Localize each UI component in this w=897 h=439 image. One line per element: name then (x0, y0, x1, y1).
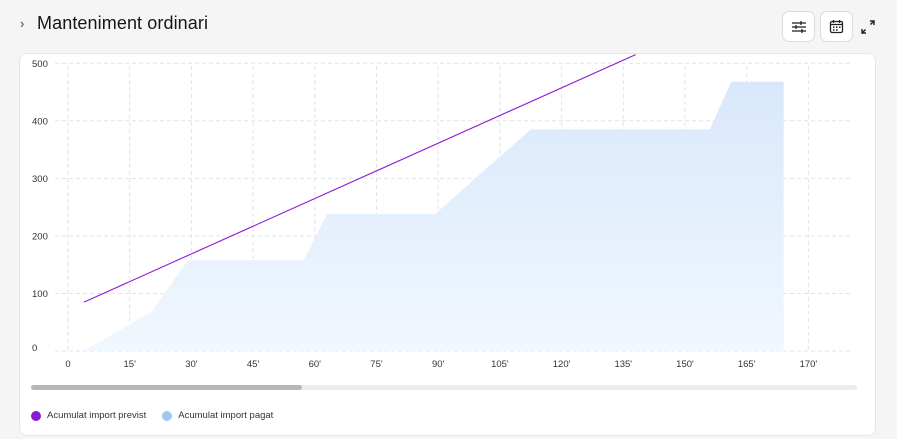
y-tick-label: 400 (32, 116, 48, 127)
legend-label: Acumulat import previst (47, 410, 147, 421)
x-tick-label: 120' (553, 359, 571, 370)
series-area-acumulat-import-pagat (84, 81, 784, 351)
x-tick-label: 90' (432, 359, 445, 370)
legend-label: Acumulat import pagat (178, 410, 274, 421)
legend-dot-previst (31, 410, 41, 421)
legend-item-pagat[interactable]: Acumulat import pagat (162, 410, 273, 421)
x-tick-label: 150' (676, 359, 694, 370)
y-tick-label: 200 (32, 231, 48, 242)
x-tick-label: 135' (614, 359, 632, 370)
x-tick-label: 75' (370, 359, 383, 370)
chart-horizontal-scrollbar[interactable] (31, 385, 857, 390)
x-tick-label: 45' (247, 359, 260, 370)
y-tick-label: 0 (32, 343, 37, 354)
x-tick-label: 30' (185, 359, 198, 370)
chart-legend: Acumulat import previst Acumulat import … (31, 410, 289, 421)
y-tick-label: 100 (32, 289, 48, 300)
x-tick-label: 60' (309, 359, 322, 370)
x-tick-label: 170' (800, 359, 818, 370)
legend-item-previst[interactable]: Acumulat import previst (31, 410, 146, 421)
x-tick-label: 15' (124, 359, 137, 370)
x-tick-label: 0 (65, 359, 70, 370)
legend-dot-pagat (162, 410, 173, 421)
x-tick-label: 165' (738, 359, 756, 370)
x-tick-label: 105' (491, 359, 509, 370)
y-tick-label: 500 (32, 59, 48, 70)
y-tick-label: 300 (32, 174, 48, 185)
line-area-chart: 0 100 200 300 400 500 0 15' 30' 45' 60' 75' 90' 105' 1… (32, 54, 852, 370)
scrollbar-thumb[interactable] (31, 385, 302, 390)
